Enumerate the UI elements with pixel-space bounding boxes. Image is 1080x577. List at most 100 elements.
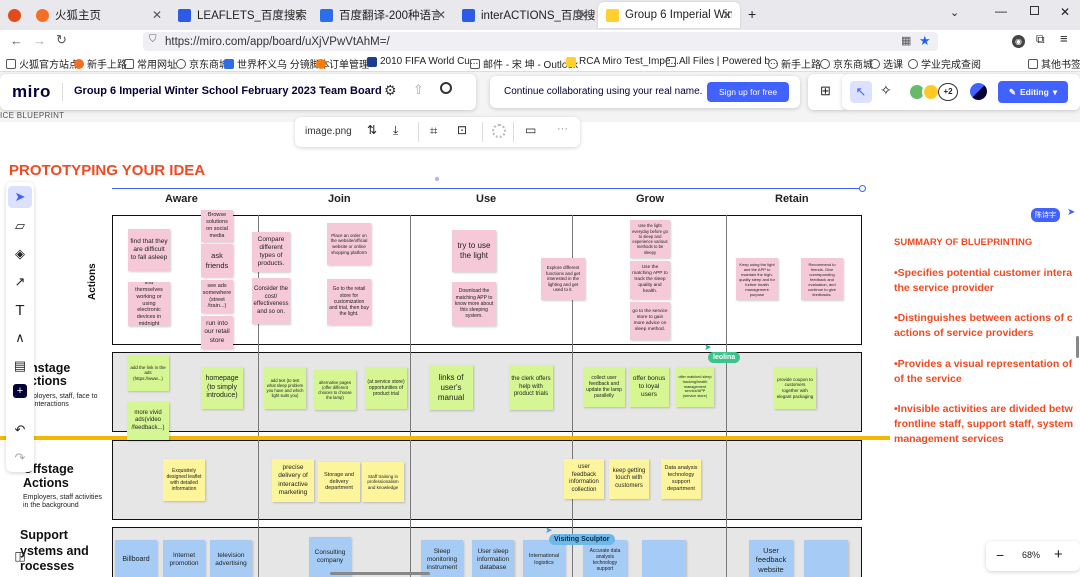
sticky-note[interactable]: try to use the light	[452, 230, 496, 272]
zoom-in-button[interactable]: +	[1054, 546, 1063, 563]
bookmark-item[interactable]: 新手上路	[768, 56, 821, 71]
sticky-note[interactable]: run into our retail store	[201, 316, 233, 349]
sticky-note[interactable]: Data analysis technology support departm…	[661, 459, 701, 499]
miro-logo[interactable]: miro	[12, 82, 51, 102]
sticky-note[interactable]: keep getting touch with customers	[609, 459, 649, 499]
sticky-note[interactable]: precise delivery of interactive marketin…	[272, 459, 314, 502]
tab-miro-board[interactable]: Group 6 Imperial Winter Scho✕	[598, 2, 740, 28]
forward-icon[interactable]: →	[33, 33, 46, 48]
sticky-note[interactable]: International logistics	[523, 540, 565, 577]
bookmark-item[interactable]: 订单管理	[316, 56, 369, 71]
sticky-note[interactable]: see ads somewhere (street /train...)	[201, 280, 233, 313]
add-more-icon[interactable]: +	[13, 384, 27, 398]
extensions-icon[interactable]: ⧉	[1036, 32, 1045, 47]
close-window-icon[interactable]: ✕	[1060, 5, 1070, 19]
connector-dot[interactable]	[435, 177, 439, 181]
text-tool-icon[interactable]: T	[10, 300, 30, 320]
bookmark-item[interactable]: All Files | Powered b...	[666, 56, 778, 67]
connector-tool-icon[interactable]: ↗	[10, 272, 30, 292]
sticky-note[interactable]: Go to the retail store for customization…	[327, 279, 371, 325]
bookmark-item[interactable]: 新手上路	[74, 56, 127, 71]
sticky-note-empty[interactable]	[642, 540, 686, 577]
sticky-note[interactable]: homepage (to simply introduce)	[201, 367, 243, 409]
sticky-note[interactable]: go to the service store to gain more adv…	[630, 302, 670, 340]
replace-image-icon[interactable]: ⇅	[367, 123, 377, 137]
account-icon[interactable]: ◉	[1012, 35, 1025, 48]
frames-panel-icon[interactable]: ◫	[10, 546, 30, 566]
signup-button[interactable]: Sign up for free	[707, 82, 789, 102]
sticky-note[interactable]: Use the matching APP to track the sleep …	[630, 261, 670, 299]
sticky-note-empty[interactable]	[804, 540, 848, 577]
close-tab-icon[interactable]: ✕	[436, 8, 446, 22]
apps-icon[interactable]: ⊞	[820, 83, 831, 99]
sticky-note[interactable]: add text (to test what sleep problem you…	[264, 367, 306, 409]
back-icon[interactable]: ←	[10, 33, 23, 48]
sticky-note[interactable]: offer matched sleep tracking/health mana…	[676, 367, 714, 407]
sticky-note[interactable]: user feedback information collection	[564, 459, 604, 499]
comment-tool-icon[interactable]: ▤	[10, 356, 30, 376]
image-name[interactable]: image.png	[305, 126, 352, 137]
sticky-note[interactable]: Billboard	[115, 540, 157, 577]
fit-frame-icon[interactable]: ⊡	[457, 123, 467, 137]
more-users-badge[interactable]: +2	[938, 83, 958, 101]
other-bookmarks[interactable]: 其他书签	[1028, 56, 1080, 71]
sticky-note[interactable]: add the link in the ads (https://www...)	[127, 355, 169, 391]
url-bar[interactable]: ⛉ https://miro.com/app/board/uXjVPwVtAhM…	[143, 32, 938, 51]
sticky-note[interactable]: ask friends	[201, 244, 233, 277]
sticky-note[interactable]: User sleep information database	[472, 540, 514, 577]
user-avatar[interactable]	[970, 83, 987, 100]
sticky-note[interactable]: alternative pages (offer different choic…	[314, 370, 356, 410]
redo-icon[interactable]: ↷	[10, 448, 30, 468]
sticky-note[interactable]: Accurate data analysis technology suppor…	[583, 540, 627, 577]
editing-mode-button[interactable]: ✎ Editing ▾	[998, 81, 1068, 103]
bookmark-item[interactable]: 2010 FIFA World Cu...	[367, 56, 478, 67]
firefox-menu-icon[interactable]	[0, 2, 30, 28]
sticky-note[interactable]: Keep using the light and the APP to main…	[736, 258, 778, 300]
close-tab-icon[interactable]: ✕	[294, 8, 304, 22]
sticky-note[interactable]: (at service store) opportunities of prod…	[365, 367, 407, 409]
bookmark-item[interactable]: 学业完成查阅	[908, 56, 981, 71]
tab-firefox-home[interactable]: 火狐主页 ✕	[28, 2, 170, 28]
sticky-note[interactable]: Browse solutions on social media	[201, 210, 233, 242]
sticky-note[interactable]: Consulting company	[309, 537, 351, 577]
sticky-note[interactable]: find themselves working or using electro…	[128, 282, 170, 326]
sticky-note[interactable]: links of user's manual	[429, 365, 473, 410]
sticky-note[interactable]: Internet promotion	[163, 540, 205, 577]
sticky-note[interactable]: Recommend to friends. Give corresponding…	[801, 258, 843, 300]
frame-label[interactable]: ICE BLUEPRINT	[0, 111, 64, 120]
sticky-note[interactable]: Compare different types of products.	[252, 232, 290, 272]
sticky-note-tool-icon[interactable]: ▱	[10, 216, 30, 236]
sticky-note[interactable]: collect user feedback and update the lam…	[583, 367, 625, 407]
shapes-tool-icon[interactable]: ◈	[10, 244, 30, 264]
close-tab-icon[interactable]: ✕	[578, 8, 588, 22]
restore-icon[interactable]	[1030, 6, 1039, 15]
sticky-note[interactable]: Place an order on the website/official w…	[327, 223, 371, 265]
sticky-note[interactable]: Consider the cost/ effectiveness and so …	[252, 278, 290, 324]
miro-canvas[interactable]: ICE BLUEPRINT PROTOTYPING YOUR IDEA Awar…	[0, 72, 1080, 577]
sticky-note[interactable]: Download the matching APP to know more a…	[452, 282, 496, 326]
tab-leaflets[interactable]: LEAFLETS_百度搜索 ✕	[170, 2, 312, 28]
close-tab-icon[interactable]: ✕	[722, 8, 732, 22]
bookmark-star-icon[interactable]: ★	[919, 33, 931, 49]
bookmark-item[interactable]: 邮件 - 宋 坤 - Outlook	[470, 56, 578, 71]
minimize-icon[interactable]: —	[995, 4, 1007, 18]
search-icon[interactable]	[440, 82, 452, 94]
sticky-note[interactable]: Exquisitely designed leaflet with detail…	[163, 459, 205, 501]
select-tool-icon[interactable]: ➤	[8, 186, 32, 208]
settings-icon[interactable]: ⚙	[384, 82, 397, 99]
resize-handle[interactable]	[859, 185, 866, 192]
sticky-note[interactable]: Storage and delivery department	[318, 462, 360, 502]
reload-icon[interactable]: ↻	[56, 32, 67, 48]
sticky-note[interactable]: provide coupon to customers together wit…	[774, 367, 816, 409]
tab-interactions[interactable]: interACTIONS_百度搜索 ✕	[454, 2, 596, 28]
bookmark-item[interactable]: 火狐官方站点	[6, 56, 79, 71]
zoom-level[interactable]: 68%	[1022, 550, 1040, 560]
sticky-note[interactable]: more vivid ads(video /feedback...)	[127, 402, 169, 440]
sticky-note[interactable]: television advertising	[210, 540, 252, 577]
bookmark-item[interactable]: RCA Miro Test_Impe...	[566, 56, 679, 67]
bookmark-item[interactable]: 京东商城	[820, 56, 873, 71]
download-icon[interactable]: ⤓	[393, 123, 398, 138]
comment-icon[interactable]: ▭	[525, 123, 536, 137]
sticky-note[interactable]: the clerk offers help with product trial…	[509, 365, 553, 410]
sticky-note[interactable]: offer bonus to loyal users	[629, 367, 669, 407]
